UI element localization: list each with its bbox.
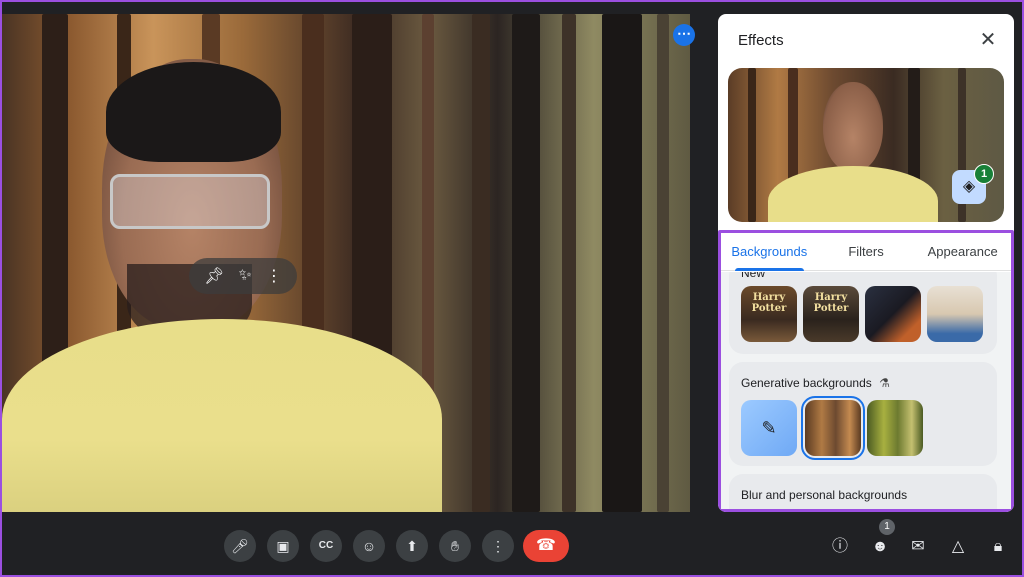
tree-trunk — [512, 14, 540, 512]
captions-icon[interactable]: CC — [310, 530, 342, 562]
emoji-icon[interactable]: ☺ — [353, 530, 385, 562]
close-icon[interactable]: ✕ — [976, 28, 1000, 52]
end-call-icon[interactable]: ☎︎ — [523, 530, 569, 562]
preview-head — [823, 82, 883, 172]
meeting-controls: 🎤︎ ▣ CC ☺ ⬆ ✋︎ ⋮ ☎︎ ⓘ ☻ 1 ✉ △ 🔒︎ — [2, 514, 1024, 577]
more-options-icon[interactable]: ⋯ — [673, 24, 695, 46]
participant-hair — [106, 62, 281, 162]
layers-badge: 1 — [974, 164, 994, 184]
self-preview: ◈ 1 — [728, 68, 1004, 222]
participant-glasses — [110, 174, 270, 229]
tree-trunk — [472, 14, 490, 512]
tree-trunk — [602, 14, 642, 512]
pin-icon[interactable]: 📌︎ — [204, 266, 224, 286]
mic-icon[interactable]: 🎤︎ — [224, 530, 256, 562]
activities-icon[interactable]: △ — [945, 534, 971, 560]
tree-trunk — [657, 14, 669, 512]
more-options-icon[interactable]: ⋮ — [482, 530, 514, 562]
chat-icon[interactable]: ✉ — [905, 534, 931, 560]
participant-shirt — [2, 319, 442, 512]
tree-trunk — [562, 14, 576, 512]
tile-actions-pill: 📌︎ ✨︎ ⋮ — [189, 258, 297, 294]
sparkle-icon[interactable]: ✨︎ — [239, 267, 252, 285]
host-controls-icon[interactable]: 🔒︎ — [985, 534, 1011, 560]
more-vert-icon[interactable]: ⋮ — [266, 266, 282, 286]
panel-title: Effects — [738, 32, 784, 49]
people-icon[interactable]: ☻ — [867, 534, 893, 560]
raise-hand-icon[interactable]: ✋︎ — [439, 530, 471, 562]
effects-panel: Effects ✕ ◈ 1 Backgrounds Filters Appear… — [718, 14, 1014, 512]
camera-icon[interactable]: ▣ — [267, 530, 299, 562]
people-count-badge: 1 — [879, 519, 895, 535]
tree-trunk — [748, 68, 756, 222]
effects-header: Effects ✕ — [718, 14, 1014, 66]
highlight-outline — [718, 230, 1014, 512]
main-video-tile: 📌︎ ✨︎ ⋮ — [2, 14, 690, 512]
present-icon[interactable]: ⬆ — [396, 530, 428, 562]
info-icon[interactable]: ⓘ — [827, 534, 853, 560]
